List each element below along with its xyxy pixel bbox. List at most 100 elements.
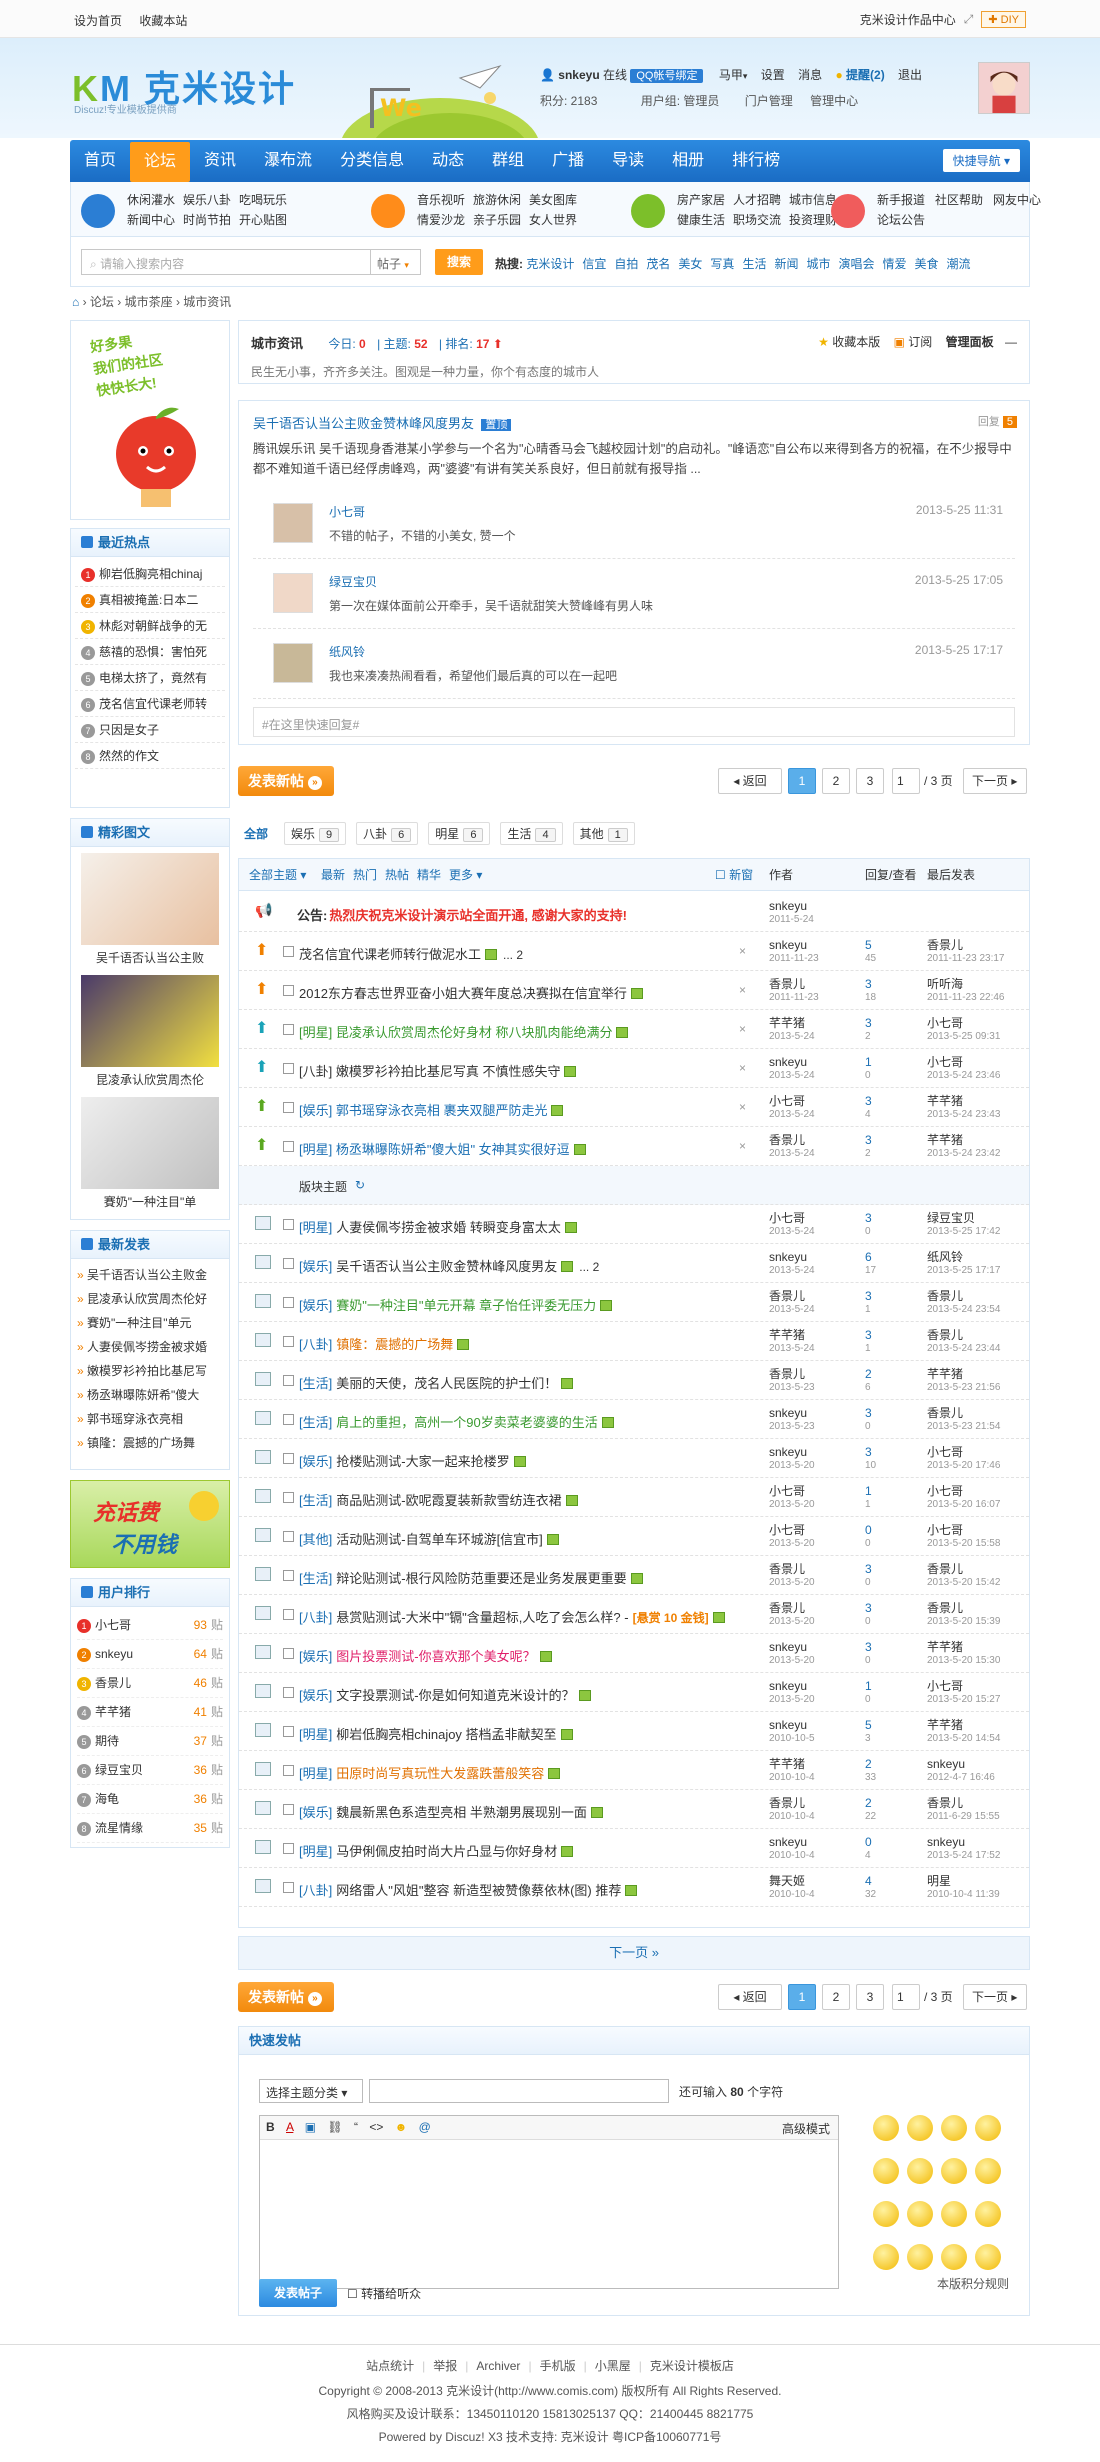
smiley-icon[interactable] [873,2158,899,2184]
close-icon[interactable]: × [739,1100,746,1114]
author-link[interactable]: snkeyu [769,1250,807,1264]
settings-link[interactable]: 设置 [761,68,785,82]
last-poster-link[interactable]: 小七哥 [927,1484,963,1498]
set-home-link[interactable]: 设为首页 [74,14,122,28]
table-row[interactable]: ⬆ [娱乐] 郭书瑶穿泳衣亮相 裹夹双腿严防走光 × 小七哥 2013-5-24 3 4 芊芊… [239,1088,1029,1127]
row-checkbox[interactable] [283,1531,294,1542]
smiley-icon[interactable] [907,2244,933,2270]
pic-item[interactable]: 吴千语否认当公主败 [71,847,229,969]
subnav-link[interactable]: 时尚节拍 [183,210,231,230]
subnav-link[interactable]: 吃喝玩乐 [239,190,287,210]
row-checkbox[interactable] [283,1609,294,1620]
table-row[interactable]: [明星] 田原时尚写真玩性大发露跌蕾般笑容 芊芊猪 2010-10-4 2 33 snkey… [239,1751,1029,1790]
comment-user[interactable]: 小七哥 [329,503,365,520]
row-checkbox[interactable] [283,1375,294,1386]
list-item[interactable]: 7 只因是女子 [75,717,225,743]
smiley-icon[interactable] [873,2201,899,2227]
smiley-icon[interactable] [873,2115,899,2141]
category-tab[interactable]: 明星 6 [428,822,491,845]
author-link[interactable]: snkeyu [769,1835,807,1849]
thread-title[interactable]: 田原时尚写真玩性大发露跌蕾般笑容 [336,1766,544,1781]
close-icon[interactable]: × [739,944,746,958]
back-button[interactable]: ◂ 返回 [718,1984,782,2010]
logout-link[interactable]: 退出 [898,68,922,82]
table-row[interactable]: [娱乐] 文字投票测试-你是如何知道克米设计的？ snkeyu 2013-5-20 1 0… [239,1673,1029,1712]
subnav-link[interactable]: 城市信息 [789,190,837,210]
thread-title[interactable]: 美丽的天使，茂名人民医院的护士们！ [336,1376,557,1391]
message-editor[interactable]: B A ▣ ⛓ “ <> ☻ @ 高级模式 [259,2115,839,2289]
avatar[interactable] [978,62,1030,114]
subnav-link[interactable]: 女人世界 [529,210,577,230]
list-item[interactable]: 2 真相被掩盖:日本二 [75,587,225,613]
author-link[interactable]: 香景儿 [769,1133,805,1147]
rank-row[interactable]: 1 小七哥 93 贴 [77,1611,223,1640]
hot-search-link[interactable]: 自拍 [614,257,638,271]
thread-category[interactable]: [八卦] [299,1610,332,1625]
table-row[interactable]: [明星] 人妻侯佩岑捞金被求婚 转瞬变身富太太 小七哥 2013-5-24 3 0 绿豆宝贝… [239,1205,1029,1244]
table-row[interactable]: [娱乐] 魏晨新黑色系造型亮相 半熟潮男展现别一面 香景儿 2010-10-4 2 22 香… [239,1790,1029,1829]
quick-nav-button[interactable]: 快捷导航 ▾ [942,149,1020,172]
messages-link[interactable]: 消息 [798,68,822,82]
row-checkbox[interactable] [283,1102,294,1113]
credits-link[interactable]: 积分: 2183 [540,94,597,108]
nav-item[interactable]: 广播 [538,140,598,182]
filter-hot[interactable]: 热门 [353,859,377,891]
smiley-icon[interactable] [941,2201,967,2227]
list-item[interactable]: » 賽奶"一种注目"单元 [77,1311,223,1335]
thread-category[interactable]: [明星] [299,1220,332,1235]
thread-category[interactable]: [生活] [299,1415,332,1430]
subnav-link[interactable]: 休闲灌水 [127,190,175,210]
list-item[interactable]: 4 慈禧的恐惧：害怕死 [75,639,225,665]
page-button[interactable]: 3 [856,768,884,794]
thread-category[interactable]: [明星] [299,1727,332,1742]
collapse-icon[interactable]: — [1005,335,1017,349]
thread-category[interactable]: [娱乐] [299,1298,332,1313]
thread-title[interactable]: 吴千语否认当公主败金赞林峰风度男友 [336,1259,557,1274]
last-poster-link[interactable]: 芊芊猪 [927,1133,963,1147]
subnav-link[interactable]: 娱乐八卦 [183,190,231,210]
bold-icon[interactable]: B [266,2120,275,2134]
last-poster-link[interactable]: 香景儿 [927,1289,963,1303]
table-row[interactable]: ⬆ 2012东方春志世界亚奋小姐大赛年度总决赛拟在信宜举行 × 香景儿 2011-11-… [239,971,1029,1010]
subscribe-link[interactable]: 订阅 [908,335,932,349]
favorite-link[interactable]: 收藏本版 [832,335,880,349]
footer-link[interactable]: 克米设计模板店 [650,2359,734,2373]
nav-item[interactable]: 相册 [658,140,718,182]
author-link[interactable]: snkeyu [769,1679,807,1693]
hot-search-link[interactable]: 写真 [710,257,734,271]
subnav-link[interactable]: 新手报道 [877,190,925,210]
hot-search-link[interactable]: 生活 [742,257,766,271]
row-checkbox[interactable] [283,1258,294,1269]
bookmark-link[interactable]: 收藏本站 [139,14,187,28]
table-row[interactable]: [八卦] 网络雷人"风姐"整容 新造型被赞像蔡依林(图) 推荐 舞天姬 2010-10… [239,1868,1029,1907]
table-row[interactable]: ⬆ 茂名信宜代课老师转行做泥水工 ... 2 × snkeyu 2011-11-23 5 45… [239,932,1029,971]
hot-search-link[interactable]: 城市 [806,257,830,271]
list-item[interactable]: » 昆凌承认欣赏周杰伦好 [77,1287,223,1311]
table-row[interactable]: [其他] 活动贴测试-自驾单车环城游[信宜市] 小七哥 2013-5-20 0 0 小七哥 2… [239,1517,1029,1556]
smiley-icon[interactable] [941,2115,967,2141]
image-icon[interactable]: ▣ [305,2120,316,2134]
nav-item[interactable]: 资讯 [190,140,250,182]
last-poster-link[interactable]: snkeyu [927,1835,965,1849]
rank-row[interactable]: 2 snkeyu 64 贴 [77,1640,223,1669]
hot-search-link[interactable]: 新闻 [774,257,798,271]
author-link[interactable]: 小七哥 [769,1523,805,1537]
list-item[interactable]: » 吴千语否认当公主败金 [77,1263,223,1287]
thread-category[interactable]: [明星] [299,1844,332,1859]
thread-category[interactable]: [娱乐] [299,1805,332,1820]
manage-panel-link[interactable]: 管理面板 [946,335,994,349]
font-color-icon[interactable]: A [286,2120,293,2134]
breadcrumb-item[interactable]: 城市茶座 [125,295,173,309]
list-item[interactable]: » 郭书瑶穿泳衣亮相 [77,1407,223,1431]
thread-title[interactable]: 抢楼贴测试-大家一起来抢楼罗 [336,1454,509,1469]
thread-title[interactable]: 图片投票测试-你喜欢那个美女呢？ [336,1649,535,1664]
thread-title[interactable]: [娱乐] 郭书瑶穿泳衣亮相 裹夹双腿严防走光 [299,1103,547,1118]
author-link[interactable]: snkeyu [769,1055,807,1069]
author-link[interactable]: 芊芊猪 [769,1016,805,1030]
search-input[interactable]: ⌕ 请输入搜索内容 [81,249,371,275]
table-row[interactable]: [生活] 美丽的天使，茂名人民医院的护士们！ 香景儿 2013-5-23 2 6 芊芊猪 20… [239,1361,1029,1400]
submit-post-button[interactable]: 发表帖子 [259,2279,337,2307]
table-row[interactable]: [娱乐] 賽奶"一种注目"单元开幕 章子怡任评委无压力 香景儿 2013-5-24 3 1… [239,1283,1029,1322]
author-link[interactable]: 小七哥 [769,1094,805,1108]
page-button[interactable]: 1 [788,1984,816,2010]
